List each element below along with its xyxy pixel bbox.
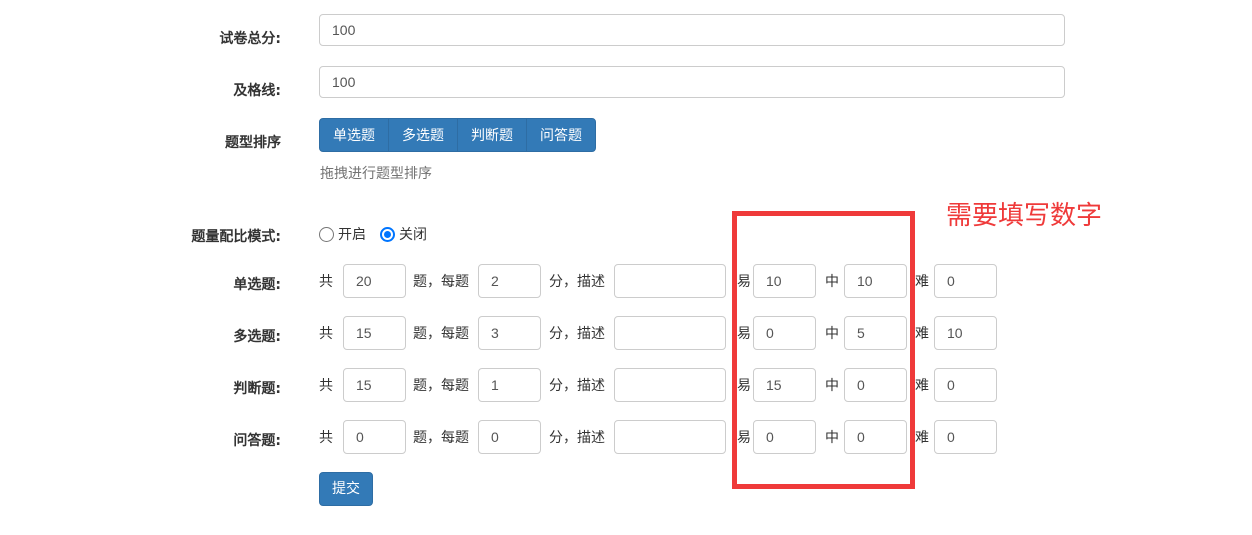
type-true-false-button[interactable]: 判断题: [457, 118, 527, 152]
question-row-label: 单选题:: [233, 277, 281, 293]
hard-text: 难: [915, 430, 929, 446]
desc-text: 分，描述: [549, 378, 605, 394]
score-input[interactable]: 2: [478, 264, 541, 298]
ratio-mode-on-label[interactable]: 开启: [338, 224, 366, 244]
question-row-multi: 多选题: 共 15 题，每题 3 分，描述 易 0 中 5 难 10: [0, 316, 1252, 350]
hard-text: 难: [915, 326, 929, 342]
count-input[interactable]: 20: [343, 264, 406, 298]
hard-input[interactable]: 0: [934, 264, 997, 298]
per-text: 题，每题: [413, 378, 469, 394]
total-text: 共: [319, 326, 333, 342]
hard-text: 难: [915, 274, 929, 290]
total-text: 共: [319, 378, 333, 394]
annotation-highlight-box: [732, 211, 915, 489]
desc-input[interactable]: [614, 420, 726, 454]
count-input[interactable]: 15: [343, 316, 406, 350]
score-input[interactable]: 3: [478, 316, 541, 350]
desc-input[interactable]: [614, 368, 726, 402]
score-input[interactable]: 0: [478, 420, 541, 454]
question-row-essay: 问答题: 共 0 题，每题 0 分，描述 易 0 中 0 难 0: [0, 420, 1252, 454]
total-score-input[interactable]: 100: [319, 14, 1065, 46]
type-order-button-group: 单选题 多选题 判断题 问答题: [319, 118, 596, 152]
score-input[interactable]: 1: [478, 368, 541, 402]
per-text: 题，每题: [413, 326, 469, 342]
hard-input[interactable]: 0: [934, 420, 997, 454]
count-input[interactable]: 0: [343, 420, 406, 454]
submit-button[interactable]: 提交: [319, 472, 373, 506]
type-single-choice-button[interactable]: 单选题: [319, 118, 389, 152]
ratio-mode-off-radio[interactable]: [380, 226, 395, 242]
pass-line-input[interactable]: 100: [319, 66, 1065, 98]
question-row-label: 判断题:: [233, 381, 281, 397]
per-text: 题，每题: [413, 274, 469, 290]
ratio-mode-label: 题量配比模式:: [191, 229, 281, 245]
count-input[interactable]: 15: [343, 368, 406, 402]
annotation-text: 需要填写数字: [946, 201, 1103, 231]
pass-line-label: 及格线:: [233, 83, 281, 99]
total-text: 共: [319, 430, 333, 446]
ratio-mode-radio-group: 开启 关闭: [319, 224, 441, 244]
desc-text: 分，描述: [549, 430, 605, 446]
total-score-label: 试卷总分:: [219, 31, 281, 47]
type-essay-button[interactable]: 问答题: [526, 118, 596, 152]
type-order-label: 题型排序: [225, 135, 281, 151]
ratio-mode-off-label[interactable]: 关闭: [399, 224, 427, 244]
hard-input[interactable]: 0: [934, 368, 997, 402]
question-row-single: 单选题: 共 20 题，每题 2 分，描述 易 10 中 10 难 0: [0, 264, 1252, 298]
question-row-label: 问答题:: [233, 433, 281, 449]
type-order-hint: 拖拽进行题型排序: [320, 166, 432, 182]
question-row-true-false: 判断题: 共 15 题，每题 1 分，描述 易 15 中 0 难 0: [0, 368, 1252, 402]
type-multi-choice-button[interactable]: 多选题: [388, 118, 458, 152]
ratio-mode-on-radio[interactable]: [319, 226, 334, 242]
per-text: 题，每题: [413, 430, 469, 446]
desc-input[interactable]: [614, 264, 726, 298]
desc-text: 分，描述: [549, 274, 605, 290]
total-text: 共: [319, 274, 333, 290]
question-row-label: 多选题:: [233, 329, 281, 345]
hard-input[interactable]: 10: [934, 316, 997, 350]
hard-text: 难: [915, 378, 929, 394]
desc-text: 分，描述: [549, 326, 605, 342]
desc-input[interactable]: [614, 316, 726, 350]
